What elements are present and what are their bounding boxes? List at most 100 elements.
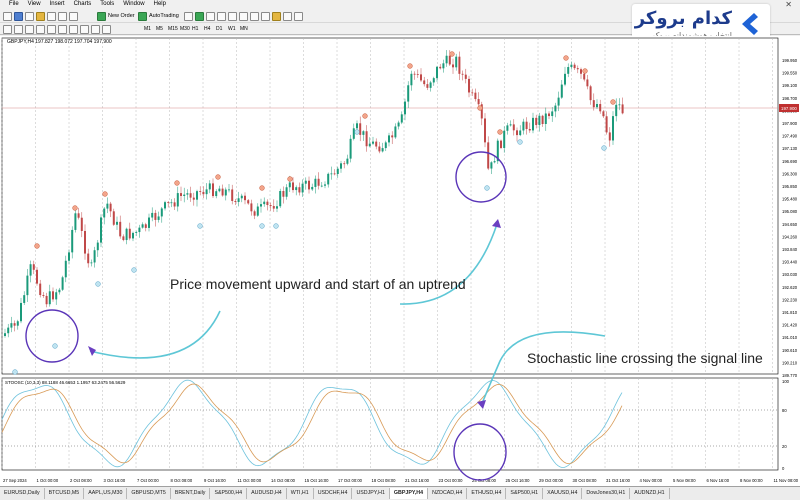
timeframe-h4[interactable]: H4 [202,25,212,33]
candle-body [231,189,234,201]
autotrading-button[interactable]: AutoTrading [138,11,179,21]
candle-body [490,162,493,169]
menu-item-tools[interactable]: Tools [100,0,114,9]
timeframe-h1[interactable]: H1 [190,25,200,33]
candle-body [96,242,99,251]
data-window-icon[interactable] [36,11,45,21]
fractal-down-marker [259,223,265,229]
chart-tab[interactable]: WTI,H1 [287,488,314,499]
candle-body [192,197,195,200]
candle-body [29,264,32,276]
candle-body [461,73,464,75]
candle-body [362,131,365,135]
chart-tab[interactable]: AUDUSD,H4 [247,488,287,499]
candle-body [106,203,109,209]
bar-chart-icon[interactable] [184,11,193,21]
templates-icon[interactable] [294,11,303,21]
fibonacci-icon[interactable] [69,24,78,34]
chart-tab[interactable]: S&P500,H1 [506,488,544,499]
cursor-icon[interactable] [3,24,12,34]
profiles-icon[interactable] [14,11,23,21]
menu-item-view[interactable]: View [28,0,41,9]
osc-scale-label: 0 [782,466,785,471]
candlestick-icon[interactable] [195,11,204,21]
oscillator-label: STOOSC (10,3,3) 88.1188 46.6653 1.1957 6… [5,380,126,385]
timeframe-m1[interactable]: M1 [142,25,153,33]
periods-icon[interactable] [283,11,292,21]
auto-scroll-icon[interactable] [250,11,259,21]
zoom-out-icon[interactable] [228,11,237,21]
candle-body [234,200,237,202]
price-axis-label: 198.700 [782,96,798,101]
date-axis-label: 11 Oct 00:00 [238,478,262,483]
chart-tab[interactable]: ETHUSD,H4 [467,488,507,499]
trendline-icon[interactable] [47,24,56,34]
fractal-up-marker [102,191,108,197]
chart-tab[interactable]: S&P500,H4 [210,488,248,499]
horizontal-line-icon[interactable] [36,24,45,34]
channel-icon[interactable] [58,24,67,34]
menu-item-file[interactable]: File [9,0,19,9]
price-chart-canvas[interactable]: 199.950199.550199.100198.700198.300197.9… [0,36,800,486]
menu-item-insert[interactable]: Insert [50,0,65,9]
candle-body [551,111,554,117]
chart-tab[interactable]: BRENT,Daily [171,488,211,499]
timeframe-m5[interactable]: M5 [154,25,165,33]
chart-shift-icon[interactable] [261,11,270,21]
chart-tab[interactable]: NZDCAD,H4 [428,488,468,499]
candle-body [263,201,266,205]
fractal-up-marker [215,174,221,180]
vertical-line-icon[interactable] [25,24,34,34]
date-axis-label: 15 Oct 16:00 [305,478,330,483]
candle-body [391,135,394,138]
close-window-icon[interactable]: ✕ [785,0,792,9]
market-watch-icon[interactable] [25,11,34,21]
stochastic-annotation: Stochastic line crossing the signal line [527,350,763,366]
candle-body [420,74,422,81]
text-icon[interactable] [80,24,89,34]
chart-tab[interactable]: DowJones30,H1 [582,488,631,499]
candle-body [154,212,157,220]
candle-body [432,78,435,83]
arrows-icon[interactable] [102,24,111,34]
price-axis-label: 195.850 [782,184,798,189]
price-axis-label: 195.480 [782,197,798,202]
timeframe-mn[interactable]: MN [238,25,250,33]
chart-tab[interactable]: GBPJPY,H4 [389,488,429,499]
tile-windows-icon[interactable] [239,11,248,21]
new-chart-icon[interactable] [3,11,12,21]
text-label-icon[interactable] [91,24,100,34]
navigator-icon[interactable] [47,11,56,21]
timeframe-w1[interactable]: W1 [226,25,238,33]
fractal-down-marker [517,139,523,145]
line-chart-icon[interactable] [206,11,215,21]
price-axis-label: 189.770 [782,373,798,378]
indicators-icon[interactable] [272,11,281,21]
chart-tab[interactable]: AAPL,US,M30 [84,488,128,499]
zoom-in-icon[interactable] [217,11,226,21]
menu-item-window[interactable]: Window [123,0,144,9]
stochastic-main-line [1,379,623,468]
candle-body [125,228,128,241]
chart-tab[interactable]: BTCUSD,M5 [45,488,85,499]
menu-item-help[interactable]: Help [154,0,166,9]
chart-tab[interactable]: EURUSD,Daily [0,488,45,499]
menu-item-charts[interactable]: Charts [74,0,92,9]
chart-tab[interactable]: USDCHF,H4 [314,488,353,499]
chart-tab[interactable]: XAUUSD,H4 [543,488,583,499]
new-order-button[interactable]: New Order [97,11,135,21]
chart-window[interactable]: 199.950199.550199.100198.700198.300197.9… [0,36,800,486]
chart-tab[interactable]: AUDNZD,H1 [630,488,670,499]
candle-body [400,114,403,123]
crosshair-icon[interactable] [14,24,23,34]
price-axis-label: 193.840 [782,247,798,252]
chart-tab[interactable]: USDJPY,H1 [352,488,390,499]
price-axis-label: 190.610 [782,348,798,353]
highlight-circle-middle [455,151,507,203]
chart-tab[interactable]: GBPUSD,MT5 [127,488,171,499]
timeframe-d1[interactable]: D1 [214,25,224,33]
candle-body [272,206,275,209]
strategy-tester-icon[interactable] [69,11,78,21]
candle-body [157,216,160,220]
terminal-icon[interactable] [58,11,67,21]
